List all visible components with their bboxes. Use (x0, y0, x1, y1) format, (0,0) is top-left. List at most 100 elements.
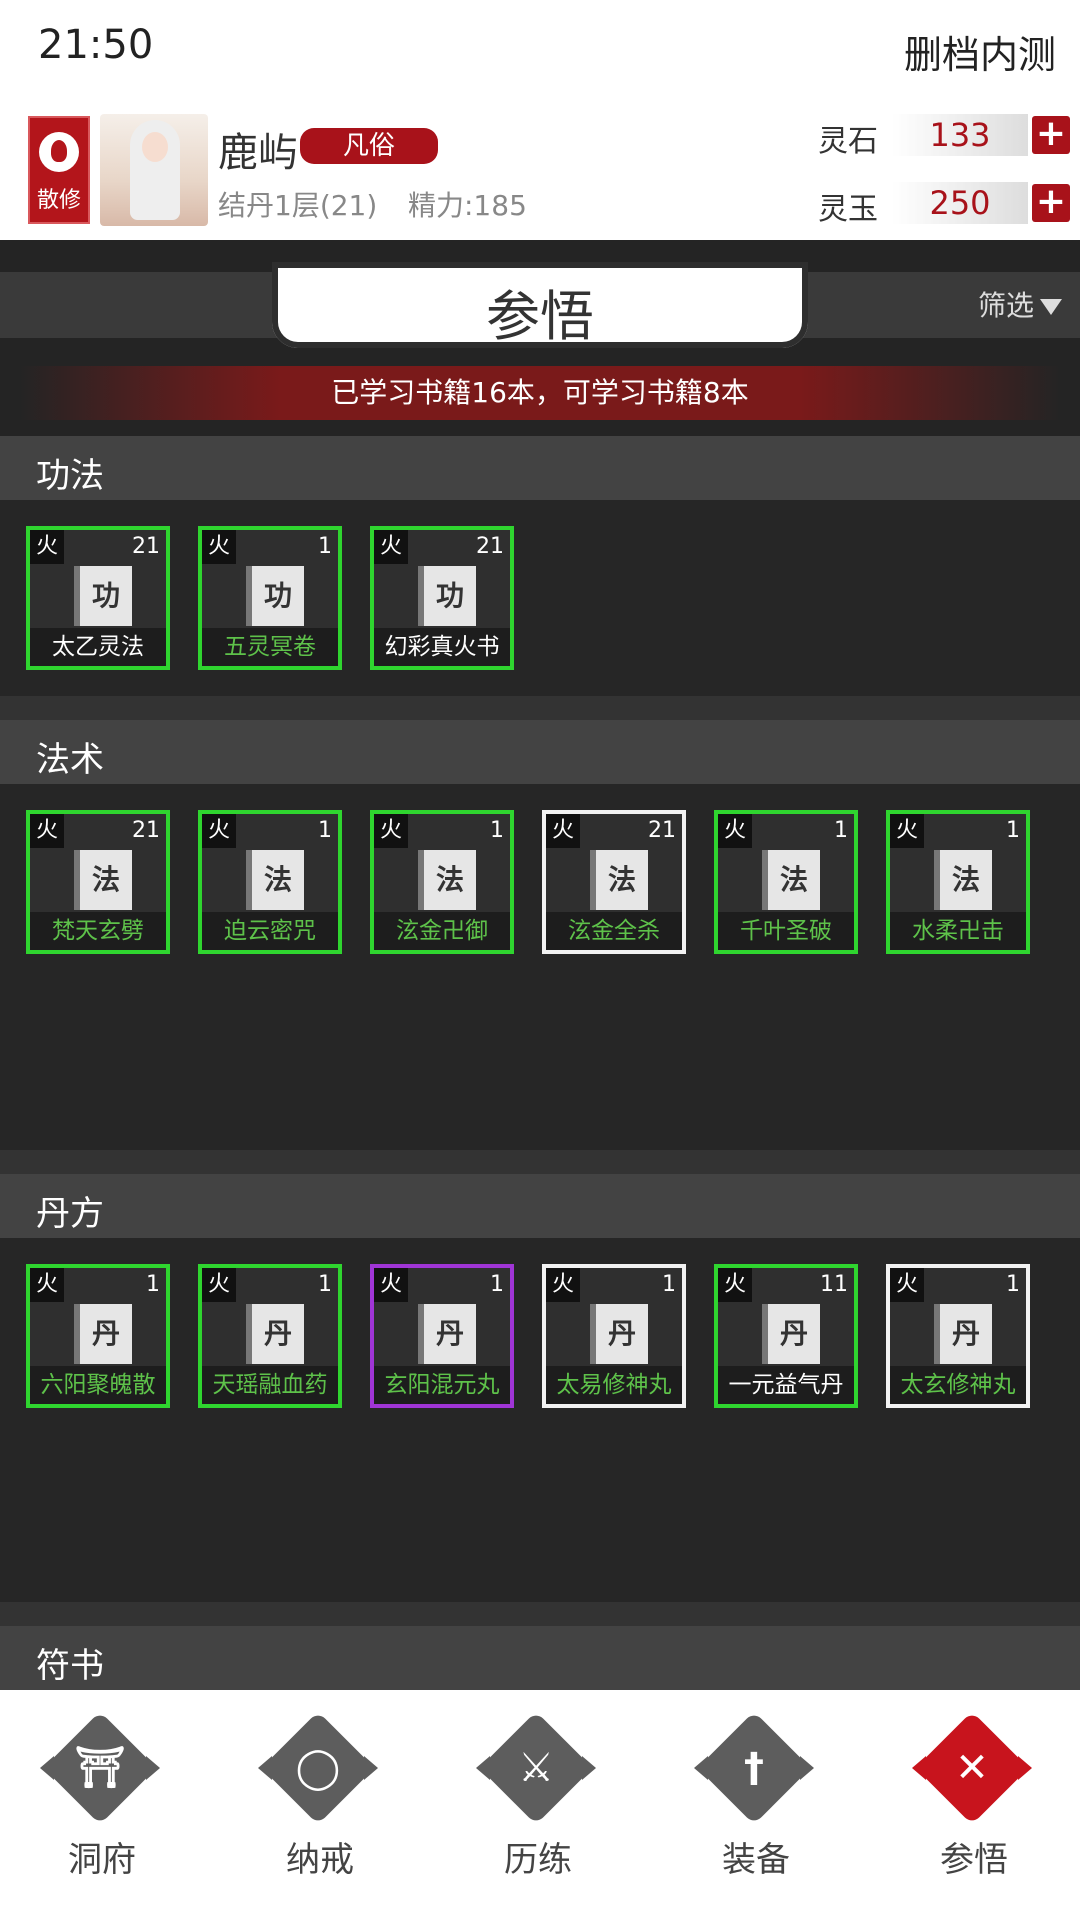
book-name: 幻彩真火书 (374, 628, 510, 666)
filter-icon (1040, 299, 1062, 315)
element-badge: 火 (202, 1268, 236, 1302)
section-title: 丹方 (36, 1194, 104, 1234)
book-card[interactable]: 火 11 丹一元益气丹 (714, 1264, 858, 1408)
book-name: 太乙灵法 (30, 628, 166, 666)
book-name: 太易修神丸 (546, 1366, 682, 1404)
spirit-jade-value: 250 (892, 182, 1028, 224)
nav-1-ring[interactable]: ◯ 纳戒 (240, 1690, 400, 1920)
ring-icon: ◯ (258, 1711, 378, 1825)
element-badge: 火 (30, 1268, 64, 1302)
realm-level: 结丹1层(21) (218, 189, 378, 222)
book-card[interactable]: 火 21 法梵天玄劈 (26, 810, 170, 954)
energy-value: 精力:185 (408, 189, 527, 222)
clock: 21:50 (38, 22, 154, 68)
element-badge: 火 (546, 1268, 580, 1302)
status-bar: 21:50 删档内测 (0, 0, 1080, 100)
element-badge: 火 (718, 814, 752, 848)
book-card[interactable]: 火 1 丹六阳聚魄散 (26, 1264, 170, 1408)
sect-label: 散修 (36, 188, 81, 213)
add-spirit-jade-button[interactable]: + (1032, 184, 1070, 222)
nav-label: 参悟 (940, 1840, 1008, 1880)
lotus-icon (39, 132, 79, 172)
element-badge: 火 (546, 814, 580, 848)
learned-summary: 已学习书籍16本，可学习书籍8本 (20, 366, 1060, 420)
add-spirit-stone-button[interactable]: + (1032, 116, 1070, 154)
spirit-stone-value: 133 (892, 114, 1028, 156)
book-level: 21 (476, 534, 504, 559)
build-label: 删档内测 (903, 33, 1056, 77)
nav-label: 洞府 (68, 1840, 136, 1880)
element-badge: 火 (30, 530, 64, 564)
book-icon: 功 (74, 566, 132, 626)
section-title: 功法 (36, 456, 104, 496)
section-divider (0, 1602, 1080, 1626)
avatar[interactable] (100, 114, 208, 226)
book-name: 五灵冥卷 (202, 628, 338, 666)
book-level: 1 (1006, 818, 1020, 843)
gate-icon: ⛩ (40, 1711, 160, 1825)
book-card[interactable]: 火 21 法泫金全杀 (542, 810, 686, 954)
book-name: 水柔卍击 (890, 912, 1026, 950)
nav-2-crossed-swords[interactable]: ⚔ 历练 (458, 1690, 618, 1920)
spirit-jade-label: 灵玉 (818, 192, 878, 227)
book-level: 21 (132, 818, 160, 843)
book-level: 21 (648, 818, 676, 843)
book-icon: 功 (246, 566, 304, 626)
book-name: 六阳聚魄散 (30, 1366, 166, 1404)
section-header: 符书 (0, 1626, 1080, 1690)
section-title: 符书 (36, 1646, 104, 1686)
book-icon: 丹 (762, 1304, 820, 1364)
element-badge: 火 (30, 814, 64, 848)
book-card[interactable]: 火 1 丹天瑶融血药 (198, 1264, 342, 1408)
nav-4-close[interactable]: ✕ 参悟 (894, 1690, 1054, 1920)
filter-button[interactable]: 筛选 (978, 284, 1062, 324)
book-name: 梵天玄劈 (30, 912, 166, 950)
book-card[interactable]: 火 1 功五灵冥卷 (198, 526, 342, 670)
book-card[interactable]: 火 1 法泫金卍御 (370, 810, 514, 954)
book-icon: 丹 (74, 1304, 132, 1364)
close-icon: ✕ (912, 1711, 1032, 1825)
sword-icon: † (694, 1711, 814, 1825)
section-divider (0, 696, 1080, 720)
book-name: 千叶圣破 (718, 912, 854, 950)
crossed-swords-icon: ⚔ (476, 1711, 596, 1825)
element-badge: 火 (374, 530, 408, 564)
book-card[interactable]: 火 1 丹太玄修神丸 (886, 1264, 1030, 1408)
book-name: 泫金卍御 (374, 912, 510, 950)
book-card[interactable]: 火 1 法水柔卍击 (886, 810, 1030, 954)
book-icon: 法 (74, 850, 132, 910)
section-divider (0, 1150, 1080, 1174)
section-header: 法术 (0, 720, 1080, 784)
book-level: 1 (146, 1272, 160, 1297)
book-card[interactable]: 火 21 功太乙灵法 (26, 526, 170, 670)
book-level: 1 (318, 534, 332, 559)
book-level: 1 (318, 1272, 332, 1297)
book-level: 1 (1006, 1272, 1020, 1297)
page-title-plate: 参悟 (272, 262, 808, 348)
sect-badge[interactable]: 散修 (28, 116, 90, 224)
nav-0-gate[interactable]: ⛩ 洞府 (22, 1690, 182, 1920)
book-icon: 法 (590, 850, 648, 910)
book-level: 1 (662, 1272, 676, 1297)
book-card[interactable]: 火 1 丹玄阳混元丸 (370, 1264, 514, 1408)
spirit-stone-label: 灵石 (818, 124, 878, 159)
book-card[interactable]: 火 21 功幻彩真火书 (370, 526, 514, 670)
book-card[interactable]: 火 1 法千叶圣破 (714, 810, 858, 954)
element-badge: 火 (890, 1268, 924, 1302)
book-name: 天瑶融血药 (202, 1366, 338, 1404)
page-title: 参悟 (486, 285, 594, 348)
book-name: 太玄修神丸 (890, 1366, 1026, 1404)
book-icon: 丹 (418, 1304, 476, 1364)
book-card[interactable]: 火 1 法迫云密咒 (198, 810, 342, 954)
nav-label: 装备 (722, 1840, 790, 1880)
nav-3-sword[interactable]: † 装备 (676, 1690, 836, 1920)
book-icon: 丹 (590, 1304, 648, 1364)
book-card[interactable]: 火 1 丹太易修神丸 (542, 1264, 686, 1408)
book-name: 一元益气丹 (718, 1366, 854, 1404)
book-icon: 法 (934, 850, 992, 910)
element-badge: 火 (202, 814, 236, 848)
nav-label: 纳戒 (286, 1840, 354, 1880)
book-name: 玄阳混元丸 (374, 1366, 510, 1404)
element-badge: 火 (202, 530, 236, 564)
book-level: 11 (820, 1272, 848, 1297)
